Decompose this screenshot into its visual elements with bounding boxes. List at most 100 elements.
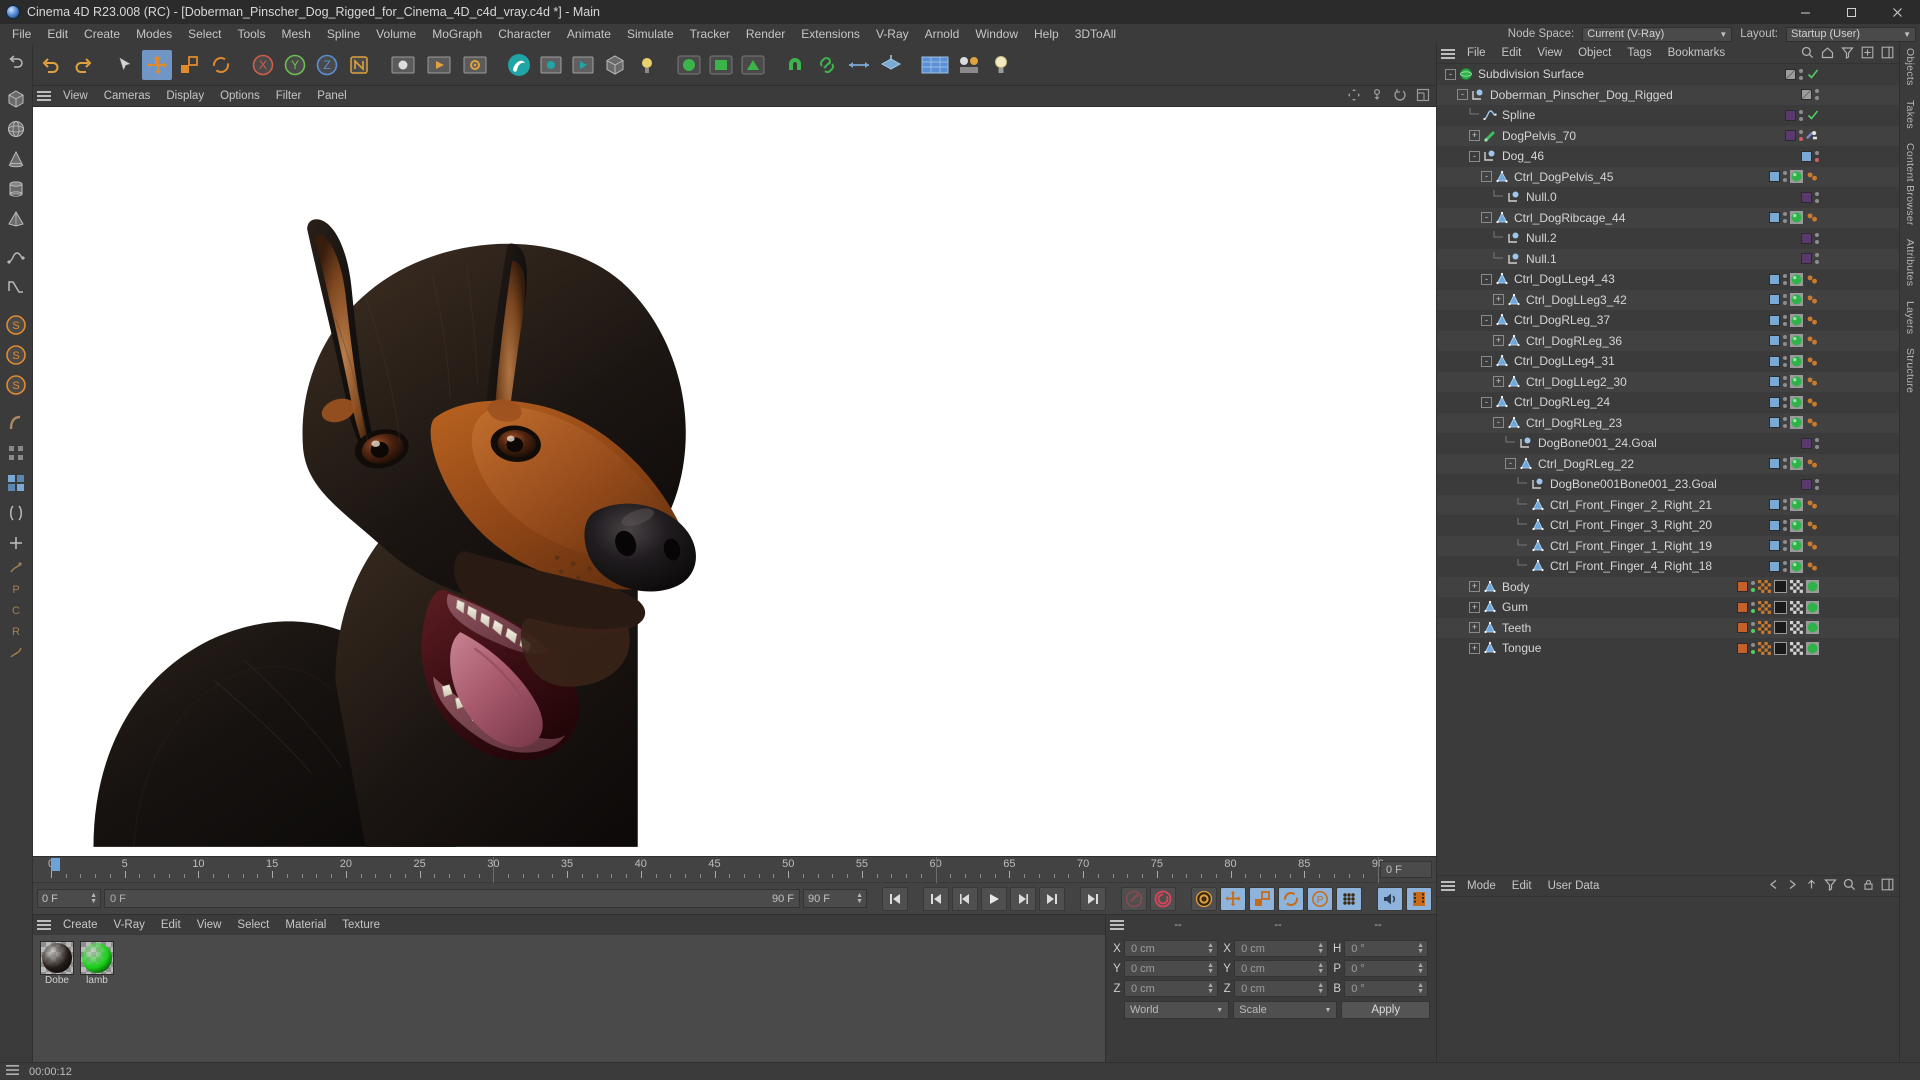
render-visibility-dot[interactable] — [1751, 649, 1755, 654]
constraint-tag-icon[interactable] — [1806, 129, 1819, 142]
render-visibility-dot[interactable] — [1783, 301, 1787, 306]
vray-frame-buffer-icon[interactable] — [536, 50, 566, 80]
object-tree-row[interactable]: - Ctrl_DogLLeg4_31 — [1437, 351, 1899, 372]
visibility-dots[interactable] — [1783, 294, 1787, 306]
collapse-toggle[interactable]: - — [1445, 68, 1456, 80]
viewport-menu-panel[interactable]: Panel — [309, 86, 354, 107]
home-icon[interactable] — [1821, 46, 1834, 62]
menu-render[interactable]: Render — [738, 24, 793, 44]
magnet-tool-icon[interactable] — [780, 50, 810, 80]
xpresso-tag-icon[interactable] — [1806, 560, 1819, 573]
material-tag-icon[interactable] — [1790, 518, 1803, 532]
stepper-icon[interactable]: ▲ ▼ — [1207, 942, 1214, 955]
object-tree-row[interactable]: + Ctrl_DogRLeg_36 — [1437, 330, 1899, 351]
xpresso-tag-icon[interactable] — [1806, 375, 1819, 388]
xpresso-tag-icon[interactable] — [1806, 519, 1819, 532]
rig-icon[interactable]: R — [2, 621, 31, 641]
uv-tag-icon[interactable] — [1806, 621, 1819, 635]
render-visibility-dot[interactable] — [1783, 219, 1787, 224]
object-menu-view[interactable]: View — [1529, 43, 1570, 64]
z-axis-lock-button[interactable]: Z — [312, 50, 342, 80]
render-visibility-dot[interactable] — [1783, 342, 1787, 347]
viewport-menu-display[interactable]: Display — [158, 86, 212, 107]
editor-visibility-dot[interactable] — [1783, 171, 1787, 176]
go-to-start-button[interactable] — [882, 886, 908, 911]
attribute-panel-menu-icon[interactable] — [1441, 881, 1455, 891]
enabled-check-icon[interactable] — [1806, 109, 1819, 122]
render-visibility-dot[interactable] — [1815, 444, 1819, 449]
material-menu-select[interactable]: Select — [229, 915, 277, 936]
position-key-button[interactable] — [1220, 886, 1246, 911]
visibility-dots[interactable] — [1783, 499, 1787, 511]
add-point-icon[interactable] — [2, 528, 31, 557]
menu-file[interactable]: File — [4, 24, 39, 44]
collapse-toggle[interactable]: - — [1481, 171, 1492, 183]
material-tag-icon[interactable] — [1790, 539, 1803, 553]
coordinates-panel-menu-icon[interactable] — [1110, 920, 1124, 930]
editor-visibility-dot[interactable] — [1783, 273, 1787, 278]
weight-tag-icon[interactable] — [1790, 600, 1803, 614]
object-layer-color-swatch[interactable] — [1785, 130, 1796, 142]
editor-visibility-dot[interactable] — [1783, 560, 1787, 565]
xpresso-tag-icon[interactable] — [1806, 457, 1819, 470]
render-visibility-dot[interactable] — [1815, 485, 1819, 490]
visibility-dots[interactable] — [1815, 478, 1819, 490]
editor-visibility-dot[interactable] — [1815, 89, 1819, 94]
layout-select[interactable]: Startup (User) ▼ — [1786, 26, 1916, 42]
collapse-toggle[interactable]: - — [1505, 458, 1516, 470]
object-panel-menu-icon[interactable] — [1441, 48, 1455, 59]
menu-tools[interactable]: Tools — [229, 24, 273, 44]
timeline-end-field[interactable]: 0 F — [1380, 861, 1432, 878]
material-tag-icon[interactable] — [1790, 375, 1803, 389]
object-layer-color-swatch[interactable] — [1769, 458, 1780, 470]
redo-button[interactable] — [68, 50, 98, 80]
material-menu-edit[interactable]: Edit — [153, 915, 189, 936]
menu-3dtoall[interactable]: 3DToAll — [1067, 24, 1124, 44]
stepper-icon[interactable]: ▲ ▼ — [1417, 962, 1424, 975]
render-visibility-dot[interactable] — [1815, 96, 1819, 101]
record-key-button[interactable] — [1121, 886, 1147, 911]
visibility-dots[interactable] — [1783, 171, 1787, 183]
render-visibility-dot[interactable] — [1783, 321, 1787, 326]
visibility-dots[interactable] — [1815, 150, 1819, 162]
material-tag-icon[interactable] — [1790, 457, 1803, 471]
timeline-ticks[interactable]: 051015202530354045505560657075808590 — [48, 857, 1384, 883]
object-layer-color-swatch[interactable] — [1801, 191, 1812, 203]
object-layer-color-swatch[interactable] — [1785, 68, 1796, 80]
visibility-dots[interactable] — [1751, 642, 1755, 654]
xpresso-tag-icon[interactable] — [1806, 211, 1819, 224]
editor-visibility-dot[interactable] — [1751, 642, 1755, 647]
expand-toggle[interactable]: + — [1493, 294, 1504, 306]
object-tree-row[interactable]: Ctrl_Front_Finger_4_Right_18 — [1437, 556, 1899, 577]
editor-visibility-dot[interactable] — [1799, 109, 1803, 114]
visibility-dots[interactable] — [1783, 335, 1787, 347]
material-item[interactable]: lamb — [79, 941, 115, 986]
visibility-dots[interactable] — [1815, 253, 1819, 265]
object-layer-color-swatch[interactable] — [1801, 253, 1812, 265]
render-visibility-dot[interactable] — [1783, 383, 1787, 388]
back-arrow-icon[interactable] — [1767, 878, 1780, 894]
editor-visibility-dot[interactable] — [1815, 437, 1819, 442]
editor-visibility-dot[interactable] — [1783, 294, 1787, 299]
object-layer-color-swatch[interactable] — [1801, 437, 1812, 449]
array-icon[interactable] — [2, 438, 31, 467]
filter-icon[interactable] — [1841, 46, 1854, 62]
object-layer-color-swatch[interactable] — [1737, 642, 1748, 654]
uv-tag-icon[interactable] — [1806, 641, 1819, 655]
visibility-dots[interactable] — [1815, 232, 1819, 244]
xpresso-tag-icon[interactable] — [1806, 396, 1819, 409]
attribute-menu-mode[interactable]: Mode — [1459, 876, 1504, 897]
object-tree-row[interactable]: + Tongue — [1437, 638, 1899, 659]
frame-range-bar[interactable]: 0 F 90 F — [104, 889, 800, 908]
expand-toggle[interactable]: + — [1469, 642, 1480, 654]
cube-primitive-icon[interactable] — [2, 84, 31, 113]
menu-simulate[interactable]: Simulate — [619, 24, 682, 44]
object-layer-color-swatch[interactable] — [1801, 232, 1812, 244]
object-layer-color-swatch[interactable] — [1737, 581, 1748, 593]
visibility-dots[interactable] — [1799, 68, 1803, 80]
viewport-menu-options[interactable]: Options — [212, 86, 268, 107]
max-frame-field[interactable]: 90 F ▲ ▼ — [803, 889, 867, 908]
material-tag-icon[interactable] — [1790, 272, 1803, 286]
object-layer-color-swatch[interactable] — [1769, 376, 1780, 388]
dock-tab-content-browser[interactable]: Content Browser — [1904, 143, 1916, 226]
